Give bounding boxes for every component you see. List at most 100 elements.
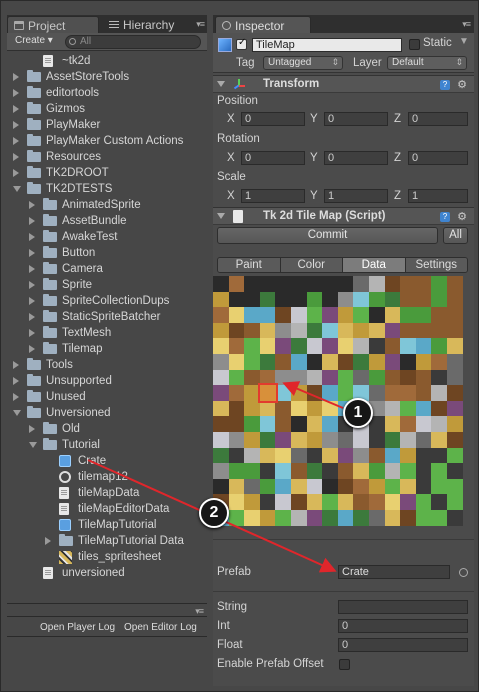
tile-cell[interactable] [275,494,292,511]
tile-cell[interactable] [353,510,370,526]
tile-cell[interactable] [322,463,339,480]
tile-cell[interactable] [322,276,339,292]
tile-cell[interactable] [415,400,432,417]
collapsed-arrow-icon[interactable] [13,137,19,145]
tile-cell[interactable] [275,338,292,355]
tree-item[interactable]: Tutorial [7,437,207,453]
tile-cell[interactable] [322,385,339,402]
tile-cell[interactable] [337,322,354,339]
tile-cell[interactable] [353,432,370,448]
tile-cell[interactable] [384,510,401,526]
tab-inspector[interactable]: Inspector [215,16,311,33]
tile-cell[interactable] [369,354,385,370]
scale-y-field[interactable]: 1 [324,189,388,203]
tile-cell[interactable] [384,385,401,402]
static-dropdown-icon[interactable]: ▼ [459,36,469,47]
tile-cell[interactable] [244,338,261,355]
tile-cell[interactable] [337,307,354,324]
script-foldout-icon[interactable] [217,213,225,219]
tile-cell[interactable] [384,494,401,511]
tile-cell[interactable] [275,307,292,324]
tile-cell[interactable] [415,416,432,433]
tile-cell[interactable] [213,307,229,324]
tile-cell[interactable] [275,416,292,433]
collapsed-arrow-icon[interactable] [13,393,19,401]
tile-cell[interactable] [228,432,245,448]
tile-cell[interactable] [228,276,245,292]
tile-cell[interactable] [369,338,385,355]
int-field[interactable]: 0 [338,619,468,633]
tree-item[interactable]: tilemap12 [7,469,207,485]
tile-cell[interactable] [369,494,385,511]
collapsed-arrow-icon[interactable] [29,201,35,209]
tile-cell[interactable] [431,494,448,511]
tile-cell[interactable] [337,354,354,370]
rotation-x-field[interactable]: 0 [241,151,305,165]
tile-cell[interactable] [447,400,463,417]
search-input[interactable]: All [65,35,201,49]
expanded-arrow-icon[interactable] [13,410,21,416]
tile-cell[interactable] [306,400,323,417]
tile-cell[interactable] [337,276,354,292]
tile-cell[interactable] [415,276,432,292]
tile-cell[interactable] [213,478,229,495]
collapsed-arrow-icon[interactable] [29,345,35,353]
tile-cell[interactable] [431,276,448,292]
collapsed-arrow-icon[interactable] [29,297,35,305]
tile-cell[interactable] [431,369,448,386]
tile-cell[interactable] [275,447,292,464]
tree-item[interactable]: Old [7,421,207,437]
tile-cell[interactable] [306,510,323,526]
tile-cell[interactable] [213,369,229,386]
layer-dropdown[interactable]: Default [387,56,467,70]
tile-cell[interactable] [275,385,292,402]
tile-cell[interactable] [337,447,354,464]
tile-cell[interactable] [244,322,261,339]
tree-item[interactable]: TileMapTutorial Data [7,533,207,549]
tile-cell[interactable] [353,291,370,308]
tag-dropdown[interactable]: Untagged [263,56,343,70]
tile-cell[interactable] [447,338,463,355]
panel-menu-icon[interactable]: ▾≡ [196,19,205,30]
tile-cell[interactable] [431,510,448,526]
collapsed-arrow-icon[interactable] [29,217,35,225]
tile-cell[interactable] [431,463,448,480]
tile-cell[interactable] [259,322,276,339]
tile-cell[interactable] [337,510,354,526]
tile-cell[interactable] [384,276,401,292]
tile-cell[interactable] [213,354,229,370]
tile-cell[interactable] [400,416,417,433]
tree-item[interactable]: Unused [7,389,207,405]
tile-cell[interactable] [244,307,261,324]
tile-cell[interactable] [306,432,323,448]
tile-cell[interactable] [400,385,417,402]
tree-item[interactable]: AwakeTest [7,229,207,245]
tab-settings[interactable]: Settings [405,258,467,272]
collapsed-arrow-icon[interactable] [13,121,19,129]
tile-cell[interactable] [322,307,339,324]
tile-cell[interactable] [291,322,307,339]
tile-cell[interactable] [369,447,385,464]
tile-cell[interactable] [306,447,323,464]
tile-cell[interactable] [431,385,448,402]
tile-cell[interactable] [415,322,432,339]
tree-item[interactable]: Gizmos [7,101,207,117]
tile-cell[interactable] [228,338,245,355]
inspector-menu-icon[interactable]: ▾≡ [462,19,471,30]
tree-item[interactable]: StaticSpriteBatcher [7,309,207,325]
tile-cell[interactable] [384,291,401,308]
tab-project[interactable]: Project [7,16,99,33]
tile-cell[interactable] [306,354,323,370]
tile-cell[interactable] [431,432,448,448]
collapsed-arrow-icon[interactable] [29,313,35,321]
tree-item[interactable]: TextMesh [7,325,207,341]
tile-cell[interactable] [213,416,229,433]
scale-z-field[interactable]: 1 [408,189,468,203]
tile-cell[interactable] [353,369,370,386]
tile-cell[interactable] [228,416,245,433]
tile-cell[interactable] [259,416,276,433]
tile-cell[interactable] [322,369,339,386]
tile-cell[interactable] [259,369,276,386]
tile-cell[interactable] [291,510,307,526]
tile-cell[interactable] [322,494,339,511]
